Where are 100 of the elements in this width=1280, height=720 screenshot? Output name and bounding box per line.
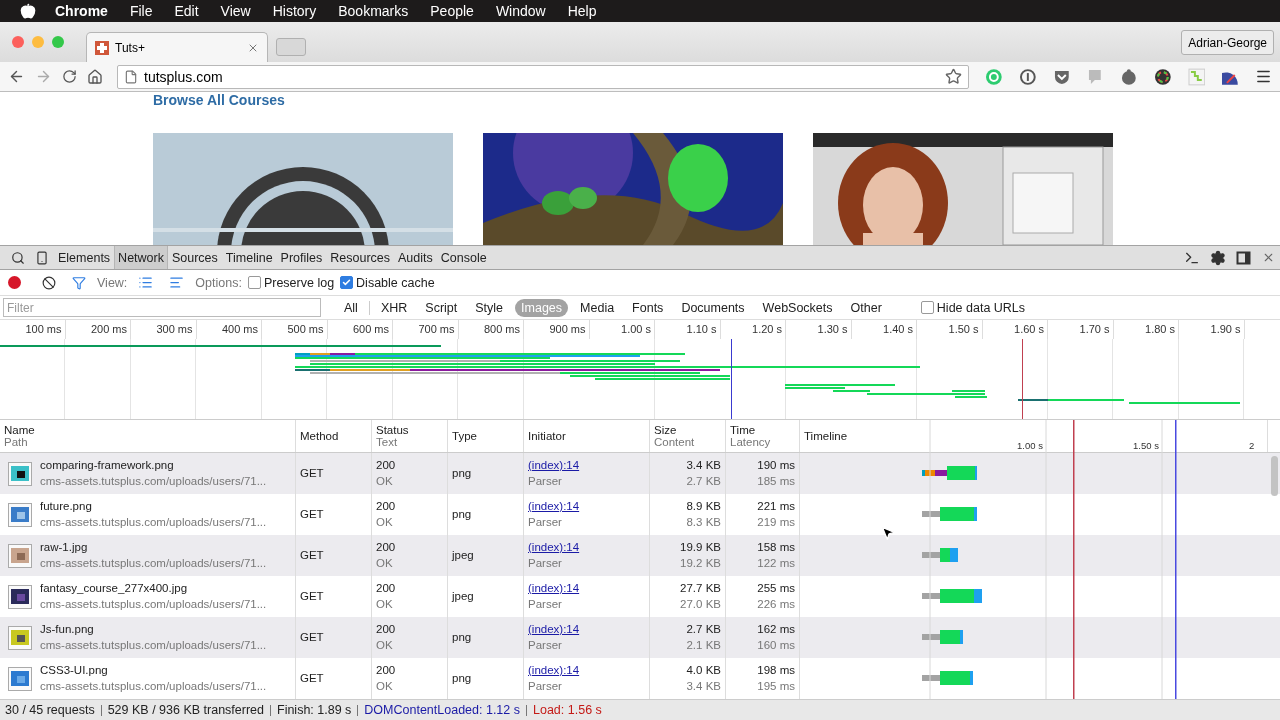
checkbox[interactable] <box>247 276 261 289</box>
menu-item[interactable]: File <box>118 3 164 19</box>
home-button[interactable] <box>87 68 103 85</box>
panel-tab[interactable]: Timeline <box>221 246 277 269</box>
star-icon[interactable] <box>945 68 963 85</box>
method-text: GET <box>300 549 324 562</box>
record-button[interactable] <box>8 276 21 289</box>
browse-courses-link[interactable]: Browse All Courses <box>153 92 285 108</box>
type-filter-button[interactable]: Fonts <box>626 298 670 317</box>
type-filter-button[interactable]: WebSockets <box>756 298 839 317</box>
panel-tab[interactable]: Audits <box>394 246 437 269</box>
waterfall-bar <box>922 466 977 480</box>
method-text: GET <box>300 672 324 685</box>
panel-tab[interactable]: Network <box>114 246 168 269</box>
time-tick: 1.30 s <box>786 320 852 339</box>
menu-item[interactable]: Help <box>556 3 608 19</box>
column-subheader[interactable]: Latency <box>730 436 795 448</box>
initiator-link[interactable]: (index):14 <box>528 664 580 677</box>
initiator-link[interactable]: (index):14 <box>528 582 580 595</box>
time-tick: 500 ms <box>262 320 328 339</box>
type-filter-button[interactable]: Other <box>844 298 888 317</box>
column-subheader[interactable]: Text <box>376 436 443 448</box>
column-header[interactable]: Initiator <box>528 430 645 442</box>
filter-field[interactable]: Filter <box>3 298 321 317</box>
type-filter-button[interactable]: XHR <box>374 298 414 317</box>
column-header[interactable]: Method <box>300 430 367 442</box>
checkbox-label: Preserve log <box>263 275 335 290</box>
menu-item[interactable]: History <box>261 3 328 19</box>
time-tick: 1.70 s <box>1048 320 1114 339</box>
panel-tab[interactable]: Sources <box>167 246 222 269</box>
info-icon[interactable] <box>1019 67 1037 86</box>
status-code: 200 <box>376 500 396 513</box>
reload-button[interactable] <box>62 69 77 84</box>
initiator-kind: Parser <box>528 639 562 652</box>
time-tick: 900 ms <box>524 320 590 339</box>
time-tick: 1.00 s <box>589 320 655 339</box>
menu-app-name[interactable]: Chrome <box>44 3 119 19</box>
file-name[interactable]: future.png <box>40 500 267 513</box>
status-text: Finish: 1.89 s <box>277 703 352 717</box>
panel-tab[interactable]: Elements <box>54 246 115 269</box>
panel-tab[interactable]: Resources <box>326 246 395 269</box>
color-wheel-icon[interactable] <box>1153 67 1172 86</box>
column-header[interactable]: Name <box>4 424 291 436</box>
file-name[interactable]: comparing-framework.png <box>40 459 267 472</box>
latency-text: 195 ms <box>757 680 795 693</box>
menu-item[interactable]: Edit <box>163 3 210 19</box>
type-text: jpeg <box>452 590 474 603</box>
waterfall-bar <box>922 671 973 685</box>
type-filter-button[interactable]: Style <box>469 298 510 317</box>
file-name[interactable]: fantasy_course_277x400.jpg <box>40 582 267 595</box>
checkbox[interactable] <box>920 301 934 314</box>
panel-tab[interactable]: Profiles <box>276 246 327 269</box>
column-header[interactable]: Size <box>654 424 721 436</box>
time-tick: 2 <box>1249 440 1255 451</box>
column-header[interactable]: Type <box>452 430 519 442</box>
panel-tab[interactable]: Console <box>436 246 491 269</box>
initiator-link[interactable]: (index):14 <box>528 623 580 636</box>
time-tick: 1.40 s <box>851 320 917 339</box>
file-name[interactable]: raw-1.jpg <box>40 541 267 554</box>
initiator-link[interactable]: (index):14 <box>528 541 580 554</box>
thumbnail-icon <box>8 625 32 650</box>
thumbnail-icon <box>8 543 32 568</box>
menu-item[interactable]: People <box>419 3 485 19</box>
column-header[interactable]: Timeline <box>804 430 1263 442</box>
status-text: OK <box>376 639 393 652</box>
round-blob-icon[interactable] <box>1120 67 1138 86</box>
time-tick: 1.90 s <box>1179 320 1245 339</box>
menu-icon[interactable] <box>1254 68 1272 85</box>
size-text: 27.7 KB <box>680 582 721 595</box>
column-subheader[interactable]: Path <box>4 436 291 448</box>
waterfall-bar <box>922 507 977 521</box>
menu-item[interactable]: Window <box>484 3 557 19</box>
checkbox[interactable] <box>340 276 354 289</box>
initiator-link[interactable]: (index):14 <box>528 459 580 472</box>
type-filter-button[interactable]: Script <box>419 298 464 317</box>
address-bar[interactable]: tutsplus.com <box>117 64 970 89</box>
type-filter-button[interactable]: Media <box>574 298 621 317</box>
type-filter-button[interactable]: Documents <box>675 298 751 317</box>
file-name[interactable]: Js-fun.png <box>40 623 267 636</box>
column-subheader[interactable]: Content <box>654 436 721 448</box>
status-code: 200 <box>376 582 396 595</box>
column-header[interactable]: Status <box>376 424 443 436</box>
content-size-text: 2.1 KB <box>686 639 721 652</box>
thumbnail-icon <box>8 584 32 609</box>
apple-icon[interactable] <box>20 3 36 19</box>
status-text: 529 KB / 936 KB transferred <box>107 703 264 717</box>
file-name[interactable]: CSS3-UI.png <box>40 664 267 677</box>
content-size-text: 2.7 KB <box>686 475 721 488</box>
latency-text: 122 ms <box>757 557 795 570</box>
menu-item[interactable]: Bookmarks <box>327 3 420 19</box>
status-text: DOMContentLoaded: 1.12 s <box>364 703 520 717</box>
browser-tab[interactable]: Tuts+ <box>86 32 268 62</box>
initiator-link[interactable]: (index):14 <box>528 500 580 513</box>
scrollbar-thumb[interactable] <box>1271 456 1278 496</box>
menu-item[interactable]: View <box>209 3 262 19</box>
options-label: Options: <box>195 275 242 290</box>
profile-button[interactable]: Adrian-George <box>1181 30 1274 55</box>
back-button[interactable] <box>8 68 25 85</box>
type-filter-button[interactable]: All <box>338 298 364 317</box>
column-header[interactable]: Time <box>730 424 795 436</box>
